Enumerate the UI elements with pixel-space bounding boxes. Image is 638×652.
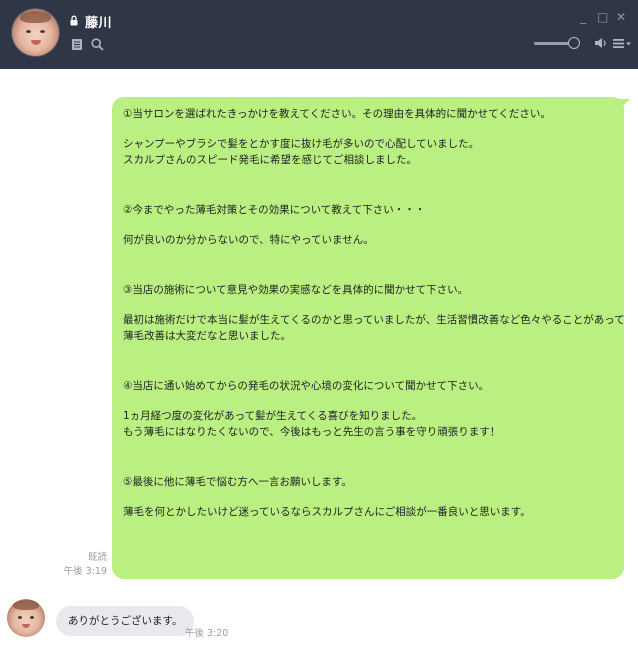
contact-name: 藤川 xyxy=(85,16,113,31)
volume-slider-thumb[interactable] xyxy=(567,37,580,49)
message-line: 何が良いのか分からないので、特にやっていません。 xyxy=(123,234,374,246)
message-meta: 既読 午後 3:19 xyxy=(64,551,107,579)
search-icon[interactable] xyxy=(91,38,104,51)
message-paragraph: 最初は施術だけで本当に髪が生えてくるのかと思っていましたが、生活習慣改善など色々… xyxy=(123,312,625,344)
contact-avatar[interactable] xyxy=(12,9,59,56)
message-line: 薄毛改善は大変だなと思いました。 xyxy=(123,330,291,342)
message-line: シャンプーやブラシで髪をとかす度に抜け毛が多いので心配していました。 xyxy=(123,138,480,150)
message-time: 午後 3:19 xyxy=(63,566,107,577)
message-paragraph: ①当サロンを選ばれたきっかけを教えてください。その理由を具体的に聞かせてください… xyxy=(123,106,614,122)
outgoing-message-bubble[interactable]: ①当サロンを選ばれたきっかけを教えてください。その理由を具体的に聞かせてください… xyxy=(112,97,625,579)
incoming-message-bubble[interactable]: ありがとうございます。 xyxy=(56,606,195,636)
chat-area[interactable]: ①当サロンを選ばれたきっかけを教えてください。その理由を具体的に聞かせてください… xyxy=(0,69,638,652)
message-paragraph: ④当店に通い始めてからの発毛の状況や心境の変化について聞かせて下さい。 xyxy=(123,378,614,394)
message-line: スカルプさんのスピード発毛に希望を感じてご相談しました。 xyxy=(123,154,417,166)
speaker-icon[interactable] xyxy=(594,37,608,49)
bubble-tail xyxy=(618,99,630,109)
message-line: ④当店に通い始めてからの発毛の状況や心境の変化について聞かせて下さい。 xyxy=(123,380,490,392)
maximize-icon[interactable]: □ xyxy=(597,10,608,24)
message-paragraph: 薄毛を何とかしたいけど迷っているならスカルプさんにご相談が一番良いと思います。 xyxy=(123,504,614,520)
message-paragraph: シャンプーやブラシで髪をとかす度に抜け毛が多いので心配していました。 スカルプさん… xyxy=(123,136,614,168)
message-paragraph: 何が良いのか分からないので、特にやっていません。 xyxy=(123,232,614,248)
menu-icon[interactable] xyxy=(613,38,631,49)
message-paragraph: ③当店の施術について意見や効果の実感などを具体的に聞かせて下さい。 xyxy=(123,282,614,298)
close-icon[interactable]: ✕ xyxy=(616,10,626,24)
message-line: もう薄毛にはなりたくないので、今後はもっと先生の言う事を守り頑張ります！ xyxy=(123,426,501,438)
message-line: ②今までやった薄毛対策とその効果について教えて下さい・・・ xyxy=(123,204,426,216)
note-icon[interactable] xyxy=(71,38,83,51)
message-line: 最初は施術だけで本当に髪が生えてくるのかと思っていましたが、生活習慣改善など色々… xyxy=(123,314,625,326)
incoming-message-time: 午後 3:20 xyxy=(185,628,229,639)
lock-icon xyxy=(70,15,78,26)
message-paragraph: ②今までやった薄毛対策とその効果について教えて下さい・・・ xyxy=(123,202,614,218)
message-line: 薄毛を何とかしたいけど迷っているならスカルプさんにご相談が一番良いと思います。 xyxy=(123,506,531,518)
message-paragraph: 1ヵ月経つ度の変化があって髪が生えてくる喜びを知りました。もう薄毛にはなりたくな… xyxy=(123,408,614,440)
contact-avatar-small[interactable] xyxy=(7,599,45,637)
message-line: ③当店の施術について意見や効果の実感などを具体的に聞かせて下さい。 xyxy=(123,284,469,296)
read-status: 既読 xyxy=(87,552,107,563)
message-line: ①当サロンを選ばれたきっかけを教えてください。その理由を具体的に聞かせてください… xyxy=(123,108,551,120)
message-line: 1ヵ月経つ度の変化があって髪が生えてくる喜びを知りました。 xyxy=(123,410,423,422)
message-line: ⑤最後に他に薄毛で悩む方へ一言お願いします。 xyxy=(123,476,352,488)
message-paragraph: ⑤最後に他に薄毛で悩む方へ一言お願いします。 xyxy=(123,474,614,490)
chat-header: 藤川 _ □ ✕ xyxy=(0,0,638,69)
minimize-icon[interactable]: _ xyxy=(580,10,586,24)
